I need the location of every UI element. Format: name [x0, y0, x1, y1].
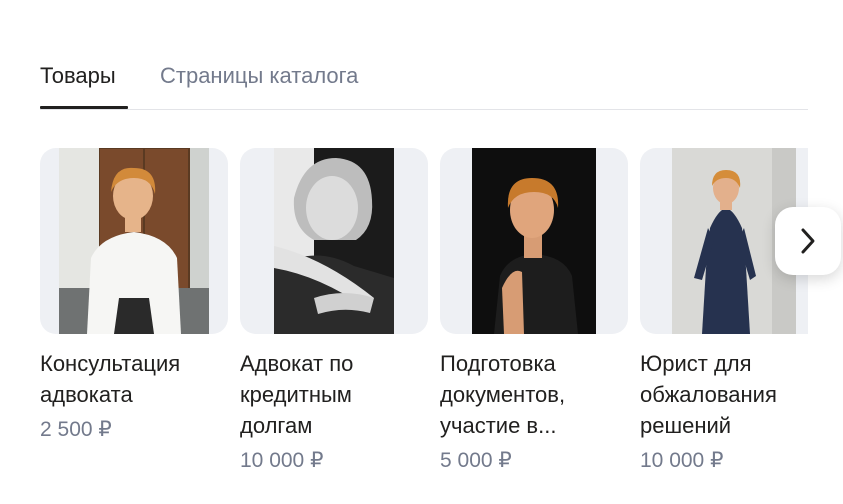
lawyer-portrait-bw [274, 148, 394, 334]
carousel-next-button[interactable] [775, 207, 841, 275]
chevron-right-icon [801, 228, 815, 254]
product-card[interactable]: Юрист для обжалования решений 10 000 ₽ [640, 148, 808, 475]
product-card[interactable]: Подготовка документов, участие в... 5 00… [440, 148, 628, 475]
active-tab-underline [40, 106, 128, 109]
product-title: Консультация адвоката [40, 351, 181, 407]
product-price: 5 000 ₽ [440, 449, 512, 472]
lawyer-portrait-white-blouse [59, 148, 209, 334]
product-carousel: Консультация адвоката 2 500 ₽ Адвокат по… [40, 148, 808, 488]
product-title: Подготовка документов, участие в... [440, 351, 566, 438]
tab-products[interactable]: Товары [40, 62, 116, 90]
product-image [40, 148, 228, 334]
product-price: 10 000 ₽ [240, 449, 324, 472]
product-title: Юрист для обжалования решений [640, 351, 777, 438]
lawyer-portrait-dark [472, 148, 596, 334]
product-price: 2 500 ₽ [40, 418, 112, 441]
tabs-bar: Товары Страницы каталога [40, 58, 808, 110]
product-card[interactable]: Консультация адвоката 2 500 ₽ [40, 148, 228, 444]
tab-catalog-pages[interactable]: Страницы каталога [160, 62, 358, 90]
product-card[interactable]: Адвокат по кредитным долгам 10 000 ₽ [240, 148, 428, 475]
product-price: 10 000 ₽ [640, 449, 724, 472]
product-image [240, 148, 428, 334]
product-title: Адвокат по кредитным долгам [240, 351, 354, 438]
product-image [440, 148, 628, 334]
